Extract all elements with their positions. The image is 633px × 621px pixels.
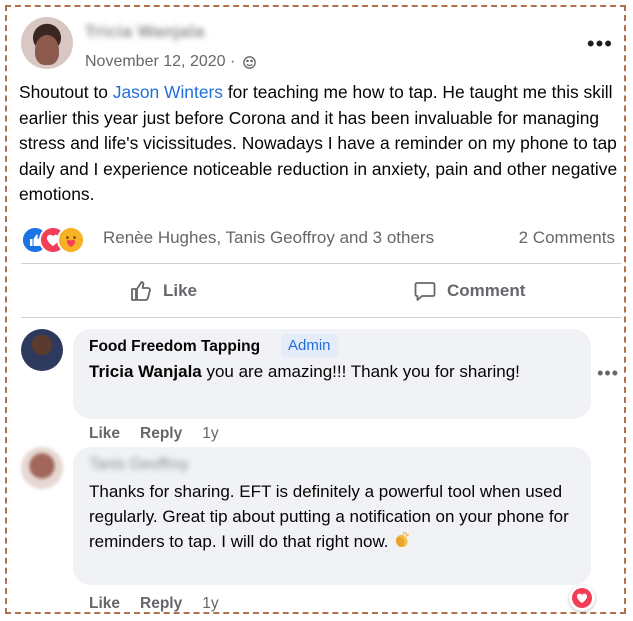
comment-mention[interactable]: Tricia Wanjala [89, 362, 202, 381]
mention-link[interactable]: Jason Winters [113, 82, 223, 102]
comment-actions: Like Reply 1y [89, 595, 219, 613]
globe-icon [243, 55, 257, 69]
like-label: Like [163, 281, 198, 300]
comment-body: Thanks for sharing. EFT is definitely a … [89, 482, 569, 551]
reactions-row: Renèe Hughes, Tanis Geoffroy and 3 other… [21, 223, 621, 254]
reactors-text[interactable]: Renèe Hughes, Tanis Geoffroy and 3 other… [103, 228, 434, 248]
comment-button[interactable]: Comment [413, 269, 525, 313]
comment-more-icon[interactable]: ••• [597, 363, 619, 384]
love-reaction-badge[interactable] [569, 585, 595, 611]
love-icon [572, 588, 592, 608]
comment-item: Tanis Geoffroy Thanks for sharing. EFT i… [21, 447, 621, 612]
divider [21, 263, 621, 264]
comment-reply-button[interactable]: Reply [140, 595, 182, 613]
commenter-name[interactable]: Tanis Geoffroy [89, 456, 189, 474]
comment-time[interactable]: 1y [202, 425, 218, 443]
comment-item: Food Freedom Tapping Admin Tricia Wanjal… [21, 329, 621, 449]
post-date[interactable]: November 12, 2020 · [85, 53, 235, 71]
post-text: Shoutout to Jason Winters for teaching m… [19, 80, 619, 208]
action-bar: Like Comment [21, 269, 621, 313]
comment-count[interactable]: 2 Comments [519, 228, 615, 248]
more-options-icon[interactable]: ••• [587, 31, 613, 57]
comment-label: Comment [447, 281, 526, 300]
comment-like-button[interactable]: Like [89, 595, 120, 613]
commenter-avatar[interactable] [21, 329, 63, 371]
care-icon [57, 226, 85, 254]
post-meta: November 12, 2020 · [85, 53, 257, 71]
reaction-icons[interactable] [21, 226, 95, 254]
comment-time[interactable]: 1y [202, 595, 218, 613]
comment-like-button[interactable]: Like [89, 425, 120, 443]
commenter-name[interactable]: Food Freedom Tapping [89, 338, 260, 356]
comment-bubble: Tanis Geoffroy Thanks for sharing. EFT i… [73, 447, 591, 585]
like-button[interactable]: Like [129, 269, 197, 313]
comment-text: Tricia Wanjala you are amazing!!! Thank … [89, 359, 579, 384]
admin-badge: Admin [281, 334, 338, 357]
post-frame: Tricia Wanjala November 12, 2020 · ••• S… [5, 5, 626, 614]
post-header: Tricia Wanjala November 12, 2020 · ••• [21, 17, 621, 73]
author-name[interactable]: Tricia Wanjala [85, 22, 205, 42]
comment-text: Thanks for sharing. EFT is definitely a … [89, 479, 579, 554]
comment-bubble: Food Freedom Tapping Admin Tricia Wanjal… [73, 329, 591, 419]
clapping-hands-icon [395, 531, 409, 548]
comment-body: you are amazing!!! Thank you for sharing… [201, 362, 520, 381]
divider [21, 317, 621, 318]
comment-icon [414, 282, 436, 301]
comment-reply-button[interactable]: Reply [140, 425, 182, 443]
commenter-avatar[interactable] [21, 447, 63, 489]
post-text-prefix: Shoutout to [19, 82, 113, 102]
thumbs-up-icon [131, 281, 151, 301]
author-avatar[interactable] [21, 17, 73, 69]
comment-actions: Like Reply 1y [89, 425, 219, 443]
